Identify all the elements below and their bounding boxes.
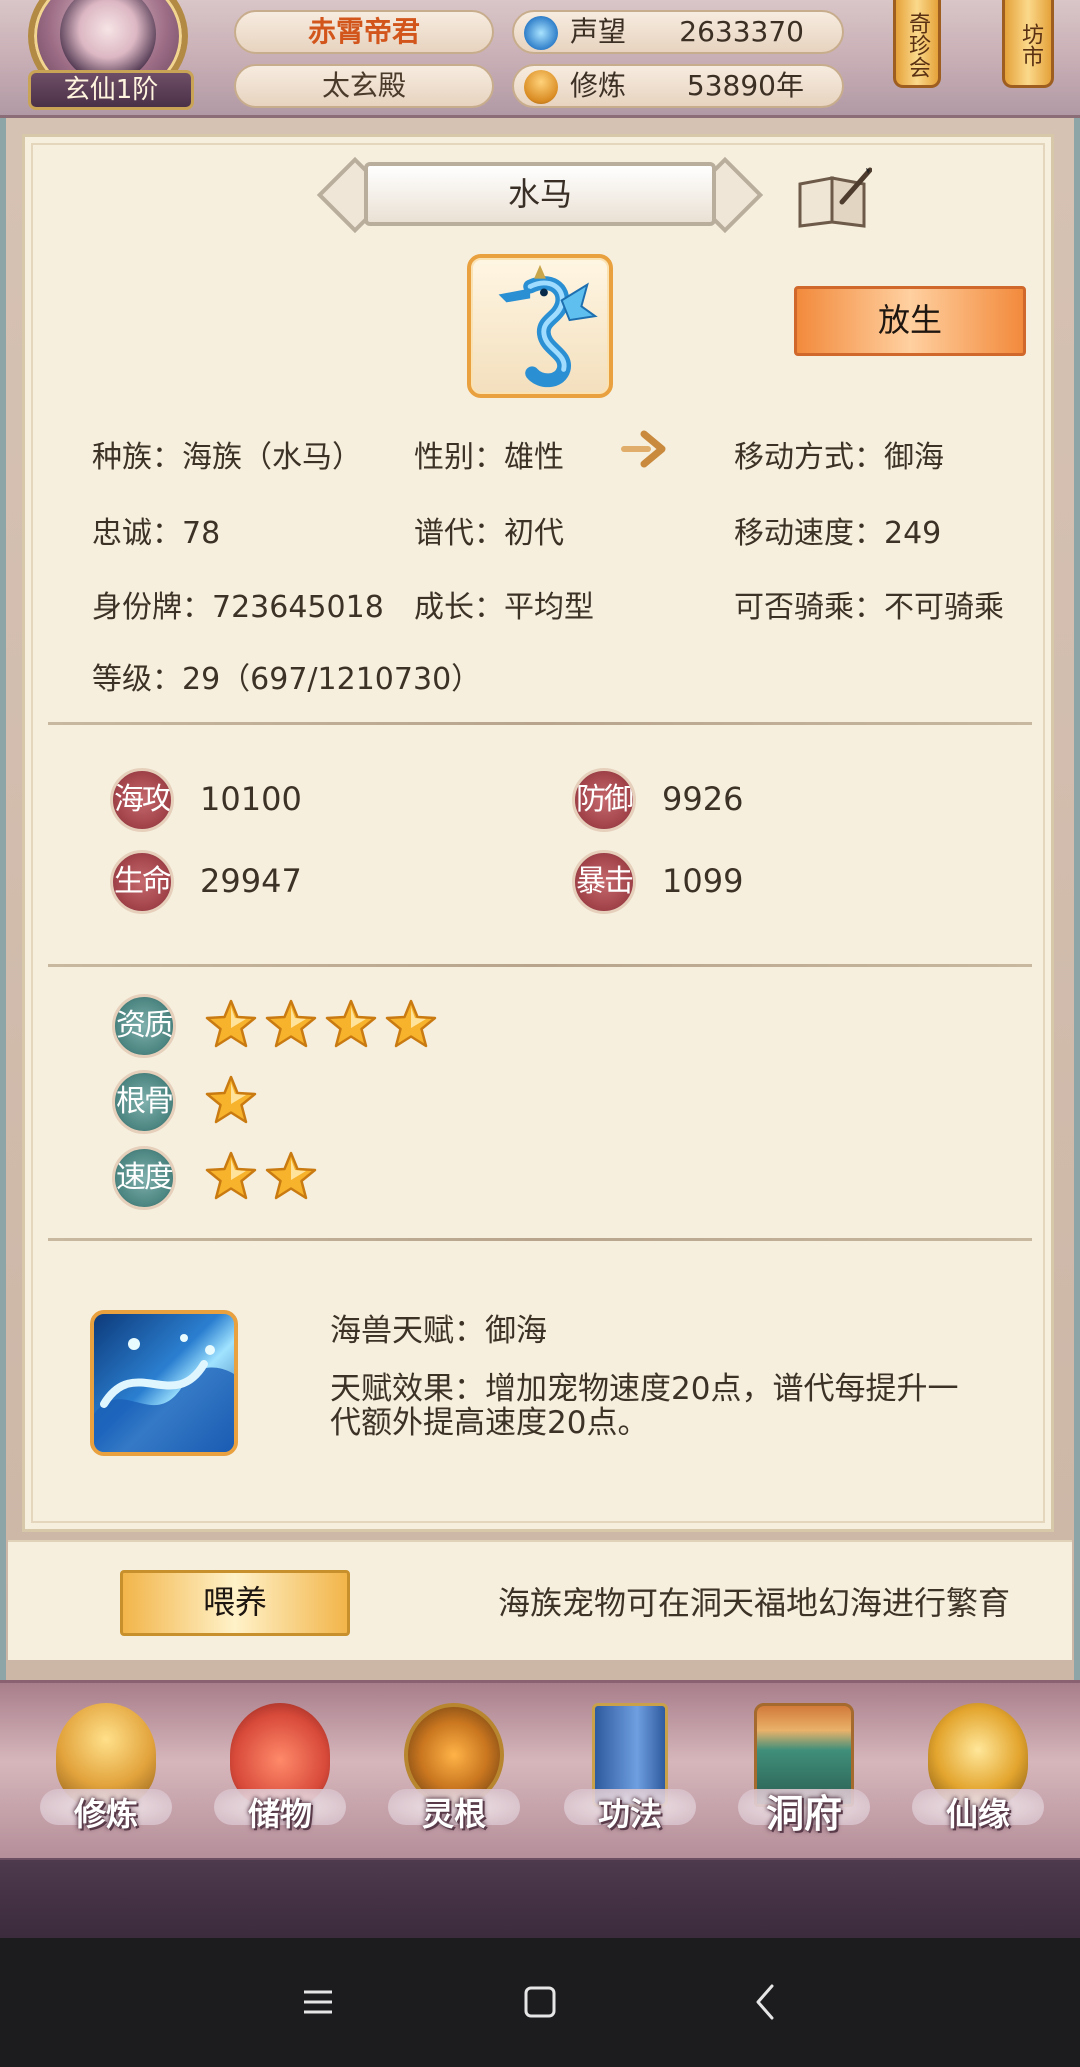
- player-rank: 玄仙1阶: [28, 70, 194, 110]
- bone-badge: 根骨: [112, 1070, 176, 1134]
- star-icon: [385, 999, 437, 1048]
- star-icon: [265, 1151, 317, 1200]
- talent-description: 天赋效果：增加宠物速度20点，谱代每提升一代额外提高速度20点。: [330, 1371, 959, 1441]
- menu-icon[interactable]: [288, 1976, 348, 2028]
- male-symbol-icon: [621, 430, 666, 468]
- level-value: 29（697/1210730）: [182, 662, 482, 697]
- feed-button[interactable]: 喂养: [120, 1570, 350, 1636]
- pet-name: 水马: [364, 162, 716, 226]
- sea-attack-value: 10100: [200, 780, 302, 818]
- nav-immortal-fate[interactable]: 仙缘: [908, 1693, 1048, 1853]
- movement-speed-field: 移动速度：249: [734, 516, 942, 551]
- cultivation-label: 修炼: [570, 69, 627, 102]
- wave-icon: [94, 1334, 234, 1452]
- defense-value: 9926: [662, 780, 744, 818]
- fame-display: 声望 2633370: [512, 10, 844, 54]
- star-icon: [205, 1075, 257, 1124]
- star-icon: [265, 999, 317, 1048]
- nav-cultivation[interactable]: 修炼: [36, 1693, 176, 1853]
- fame-crystal-icon: [524, 16, 558, 50]
- star-icon: [205, 999, 257, 1048]
- growth-value: 平均型: [504, 590, 594, 625]
- fame-label: 声望: [570, 15, 627, 48]
- cultivation-display: 修炼 53890年: [512, 64, 844, 108]
- star-icon: [205, 1151, 257, 1200]
- race-field: 种族：海族（水马）: [92, 440, 362, 475]
- nav-storage[interactable]: 储物: [210, 1693, 350, 1853]
- home-icon[interactable]: [510, 1976, 570, 2028]
- growth-field: 成长：平均型: [414, 590, 594, 625]
- movement-mode-value: 御海: [884, 440, 944, 475]
- nav-decor-strip: [0, 1858, 1080, 1938]
- loyalty-field: 忠诚：78: [92, 516, 221, 551]
- star-icon: [325, 999, 377, 1048]
- movement-speed-value: 249: [884, 516, 942, 551]
- player-name: 赤霄帝君: [234, 10, 494, 54]
- race-value: 海族（水马）: [182, 440, 362, 475]
- talent-icon: [90, 1310, 238, 1456]
- breeding-note: 海族宠物可在洞天福地幻海进行繁育: [498, 1584, 1011, 1622]
- rename-book-icon[interactable]: [796, 166, 872, 228]
- sea-attack-badge: 海攻: [110, 768, 174, 832]
- nav-spirit-root[interactable]: 灵根: [384, 1693, 524, 1853]
- gender-field: 性别：雄性: [414, 440, 564, 475]
- section-divider: [48, 964, 1032, 967]
- market-tab[interactable]: 坊市: [1002, 0, 1054, 88]
- system-nav-bar: [0, 1938, 1080, 2067]
- release-pet-button[interactable]: 放生: [794, 286, 1026, 356]
- cultivation-value: 53890年: [686, 69, 804, 102]
- talent-title: 海兽天赋：御海: [330, 1313, 547, 1349]
- treasure-fair-tab[interactable]: 奇珍会: [893, 0, 941, 88]
- generation-field: 谱代：初代: [414, 516, 564, 551]
- hp-value: 29947: [200, 862, 302, 900]
- aptitude-badge: 资质: [112, 994, 176, 1058]
- defense-badge: 防御: [572, 768, 636, 832]
- pet-portrait: [467, 254, 613, 398]
- id-tag-field: 身份牌：723645018: [92, 590, 384, 625]
- movement-mode-field: 移动方式：御海: [734, 440, 944, 475]
- pet-title-banner: 水马: [316, 156, 764, 234]
- rideable-value: 不可骑乘: [884, 590, 1004, 625]
- loyalty-value: 78: [182, 516, 221, 551]
- speed-badge: 速度: [112, 1146, 176, 1210]
- meditation-icon: [524, 70, 558, 104]
- nav-cave-mansion[interactable]: 洞府: [734, 1693, 874, 1853]
- fame-value: 2633370: [679, 15, 804, 48]
- section-divider: [48, 1238, 1032, 1241]
- player-hall[interactable]: 太玄殿: [234, 64, 494, 108]
- section-divider: [48, 722, 1032, 725]
- level-field: 等级：29（697/1210730）: [92, 662, 482, 697]
- nav-skills[interactable]: 功法: [560, 1693, 700, 1853]
- top-status-bar: 玄仙1阶 赤霄帝君 太玄殿 声望 2633370 修炼 53890年 奇珍会 坊…: [0, 0, 1080, 118]
- hp-badge: 生命: [110, 850, 174, 914]
- seahorse-icon: [498, 264, 598, 388]
- bottom-nav: 修炼 储物 灵根 功法 洞府 仙缘: [0, 1680, 1080, 1858]
- gender-value: 雄性: [504, 440, 564, 475]
- id-tag-value: 723645018: [212, 590, 384, 625]
- crit-value: 1099: [662, 862, 744, 900]
- crit-badge: 暴击: [572, 850, 636, 914]
- generation-value: 初代: [504, 516, 564, 551]
- back-icon[interactable]: [736, 1976, 796, 2028]
- rideable-field: 可否骑乘：不可骑乘: [734, 590, 1004, 625]
